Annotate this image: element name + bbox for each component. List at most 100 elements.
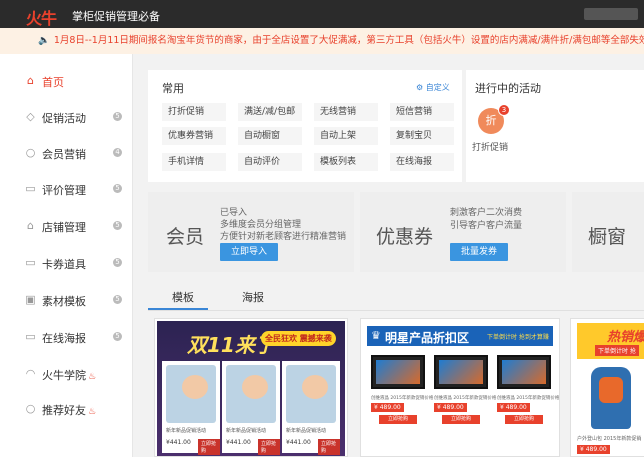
product-name: 创维液晶 2015年新款促销价格 — [371, 396, 434, 401]
buy-button: 立即抢购 — [379, 415, 417, 424]
count-badge: 5 — [113, 221, 122, 230]
sidebar-item-coupon[interactable]: ▭ 卡券道具 5 — [0, 246, 132, 282]
template-card-1[interactable]: 双11来了 全民狂欢 震撼来袭 新年新品促销活动 ¥441.00 立即抢购 新年… — [154, 318, 348, 457]
buy-button: 立即抢购 — [505, 415, 543, 424]
tool-copy-item[interactable]: 复制宝贝 — [390, 127, 454, 145]
customize-link[interactable]: ⚙ 自定义 — [416, 82, 450, 93]
sidebar-item-label: 在线海报 — [42, 332, 86, 345]
fire-icon: ♨ — [88, 372, 97, 382]
template-header: 热销爆 下单倒计时 抢 — [577, 323, 644, 359]
ongoing-activity-panel: 进行中的活动 折 3 打折促销 — [466, 70, 644, 182]
batch-send-coupon-button[interactable]: 批量发券 — [450, 243, 508, 261]
panel-title: 常用 — [162, 82, 184, 95]
count-badge: 5 — [113, 112, 122, 121]
tool-auto-review[interactable]: 自动评价 — [238, 153, 302, 171]
sidebar-item-label: 店铺管理 — [42, 221, 86, 234]
speaker-icon: 🔈 — [38, 35, 50, 46]
tool-auto-list[interactable]: 自动上架 — [314, 127, 378, 145]
tool-template-list[interactable]: 模板列表 — [314, 153, 378, 171]
tool-wireless[interactable]: 无线营销 — [314, 103, 378, 121]
active-tab-indicator — [148, 308, 208, 310]
tag-icon: ◇ — [26, 110, 35, 123]
template-card-3[interactable]: 热销爆 下单倒计时 抢 户外登山包 2015年新款促销 ¥ 489.00 — [570, 318, 644, 457]
crown-icon: ♛ — [371, 329, 381, 342]
template-subtitle: 下单倒计时 抢到才算赚 — [487, 334, 549, 341]
comment-icon: ▭ — [25, 182, 36, 195]
sidebar-item-material[interactable]: ▣ 素材模板 5 — [0, 283, 132, 319]
product-price: ¥ 489.00 — [371, 403, 404, 412]
sidebar: ⌂ 首页 ◇ 促销活动 5 ○ 会员营销 4 ▭ 评价管理 5 ⌂ 店铺管理 5… — [0, 54, 133, 457]
sidebar-item-label: 会员营销 — [42, 148, 86, 161]
sidebar-item-label: 推荐好友 ♨ — [42, 404, 97, 417]
sidebar-item-academy[interactable]: ◠ 火牛学院 ♨ — [0, 357, 132, 393]
card-icon: ▭ — [25, 256, 36, 269]
panel-title: 进行中的活动 — [475, 82, 541, 95]
count-badge: 5 — [113, 258, 122, 267]
sidebar-item-promotion[interactable]: ◇ 促销活动 5 — [0, 100, 132, 136]
sidebar-item-label: 促销活动 — [42, 112, 86, 125]
product-price: ¥441.00 — [226, 439, 251, 446]
product-image — [286, 365, 336, 423]
import-now-button[interactable]: 立即导入 — [220, 243, 278, 261]
template-card-2[interactable]: ♛ 明星产品折扣区 下单倒计时 抢到才算赚 创维液晶 2015年新款促销价格 ¥… — [360, 318, 560, 457]
buy-button: 立即抢购 — [198, 439, 220, 455]
user-icon: ○ — [25, 146, 36, 159]
image-icon: ▣ — [25, 293, 36, 306]
product-name: 新年新品促销活动 — [286, 428, 327, 434]
user-account[interactable] — [584, 8, 638, 20]
sidebar-item-home[interactable]: ⌂ 首页 — [0, 64, 132, 100]
tool-online-poster[interactable]: 在线海报 — [390, 153, 454, 171]
tool-coupon[interactable]: 优惠券营销 — [162, 127, 226, 145]
sidebar-item-referral[interactable]: ○ 推荐好友 ♨ — [0, 392, 132, 428]
product-cell: 新年新品促销活动 ¥441.00 立即抢购 — [162, 361, 220, 455]
backpack-image — [591, 367, 631, 429]
card-desc: 刺激客户二次消费 — [450, 208, 523, 218]
template-preview: 双11来了 全民狂欢 震撼来袭 新年新品促销活动 ¥441.00 立即抢购 新年… — [157, 321, 345, 456]
sidebar-item-label: 首页 — [42, 76, 64, 89]
sidebar-item-label: 评价管理 — [42, 184, 86, 197]
sidebar-item-label: 卡券道具 — [42, 258, 86, 271]
product-cell: 新年新品促销活动 ¥441.00 立即抢购 — [282, 361, 340, 455]
tab-template[interactable]: 模板 — [172, 289, 194, 305]
sidebar-item-shop[interactable]: ⌂ 店铺管理 5 — [0, 209, 132, 245]
product-image — [434, 355, 488, 389]
tab-poster[interactable]: 海报 — [242, 289, 264, 305]
tool-auto-window[interactable]: 自动橱窗 — [238, 127, 302, 145]
activity-label[interactable]: 打折促销 — [472, 140, 508, 153]
product-cell: 新年新品促销活动 ¥441.00 立即抢购 — [222, 361, 280, 455]
template-title: 热销爆 — [607, 330, 644, 345]
window-card: 橱窗 — [572, 192, 644, 272]
product-price: ¥441.00 — [166, 439, 191, 446]
card-desc: 引导客户客户流量 — [450, 221, 523, 231]
product-name: 创维液晶 2015年新款促销价格 — [434, 396, 497, 401]
count-badge: 5 — [113, 184, 122, 193]
shop-icon: ⌂ — [27, 219, 34, 232]
sidebar-item-label: 火牛学院 ♨ — [42, 369, 97, 382]
count-badge: 5 — [113, 332, 122, 341]
tool-mobile-detail[interactable]: 手机详情 — [162, 153, 226, 171]
count-badge: 5 — [113, 295, 122, 304]
tool-discount[interactable]: 打折促销 — [162, 103, 226, 121]
product-price: ¥ 489.00 — [577, 445, 610, 454]
app-slogan: 掌柜促销管理必备 — [72, 10, 160, 23]
common-tools-panel: 常用 ⚙ 自定义 打折促销 满送/减/包邮 无线营销 短信营销 优惠券营销 自动… — [148, 70, 462, 182]
graduation-icon: ◠ — [25, 367, 36, 380]
product-cell: 创维液晶 2015年新款促销价格 ¥ 489.00 立即抢购 — [432, 353, 496, 431]
sidebar-item-review[interactable]: ▭ 评价管理 5 — [0, 172, 132, 208]
home-icon: ⌂ — [27, 74, 34, 87]
buy-button: 立即抢购 — [318, 439, 340, 455]
card-desc: 方便针对新老顾客进行精准营销 — [220, 232, 347, 242]
product-image — [166, 365, 216, 423]
template-title: 明星产品折扣区 — [385, 331, 470, 345]
product-price: ¥ 489.00 — [434, 403, 467, 412]
template-subtitle: 下单倒计时 抢 — [595, 345, 639, 356]
logo[interactable]: 火牛 — [26, 5, 57, 29]
tool-sms[interactable]: 短信营销 — [390, 103, 454, 121]
friend-icon: ○ — [25, 402, 36, 415]
buy-button: 立即抢购 — [258, 439, 280, 455]
fire-icon: ♨ — [88, 407, 97, 417]
product-cell: 创维液晶 2015年新款促销价格 ¥ 489.00 立即抢购 — [495, 353, 559, 431]
tool-gift-reduce-shipping[interactable]: 满送/减/包邮 — [238, 103, 302, 121]
sidebar-item-member[interactable]: ○ 会员营销 4 — [0, 136, 132, 172]
sidebar-item-poster[interactable]: ▭ 在线海报 5 — [0, 320, 132, 356]
